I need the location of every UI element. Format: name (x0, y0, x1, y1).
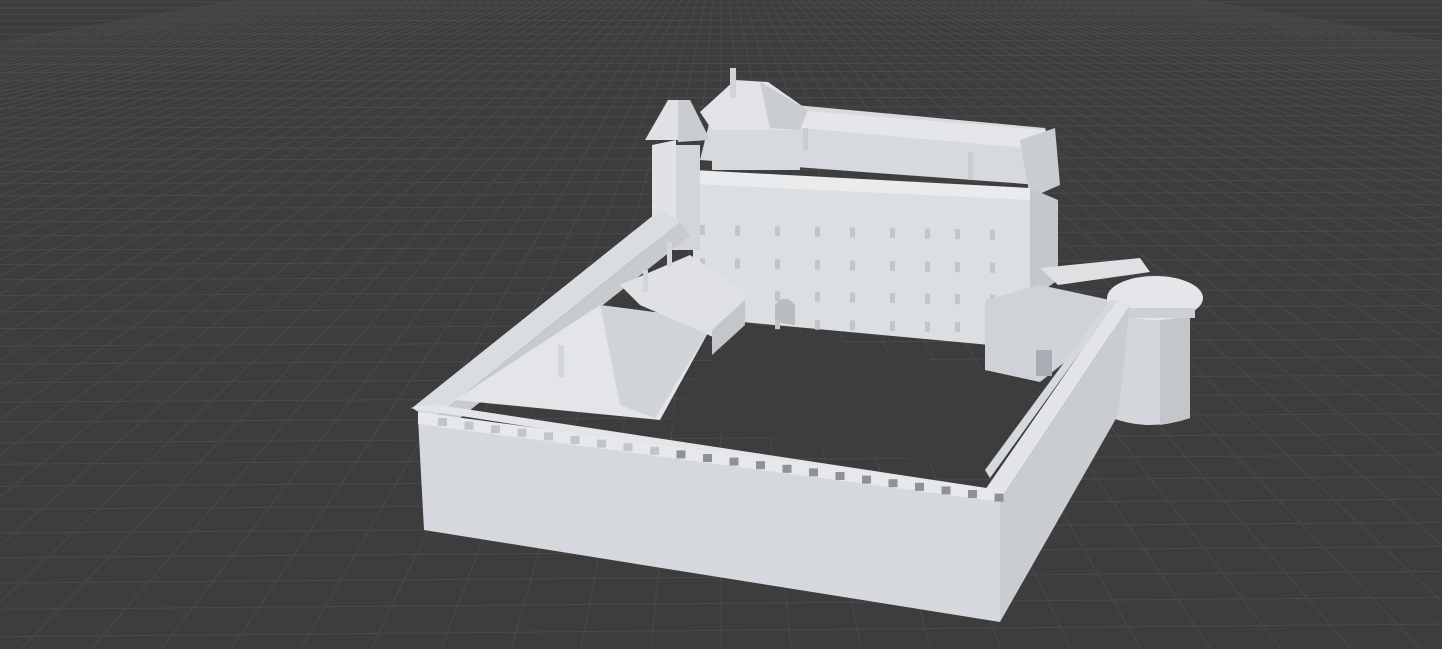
window (990, 262, 995, 273)
central-tower-body (712, 125, 800, 170)
merlon-gap (782, 464, 792, 473)
window (850, 292, 855, 303)
window (815, 291, 820, 302)
grid-line (0, 0, 418, 116)
grid-line (0, 26, 1442, 28)
chimney (558, 345, 564, 377)
window (775, 226, 780, 237)
grid-line (0, 39, 1442, 42)
window (850, 320, 855, 331)
grid-line (0, 0, 522, 219)
grid-line (0, 0, 410, 111)
window (775, 259, 780, 270)
grid-line (0, 0, 514, 208)
window (815, 319, 820, 330)
grid-line (0, 0, 602, 421)
chimney (643, 270, 648, 292)
grid-line (0, 0, 562, 295)
merlon-gap (464, 421, 474, 430)
window (735, 258, 740, 269)
merlon-gap (915, 482, 924, 491)
grid-line (0, 0, 346, 78)
window (815, 226, 820, 237)
chimney (803, 128, 808, 150)
window (850, 260, 855, 271)
window (850, 227, 855, 238)
grid-line (0, 0, 554, 277)
merlon-gap (676, 450, 686, 459)
merlon-gap (703, 454, 712, 462)
merlon-gap (597, 439, 606, 448)
window (735, 225, 740, 236)
merlon-gap (994, 493, 1004, 502)
castle-model[interactable] (410, 68, 1203, 622)
merlon-gap (570, 436, 580, 444)
window (890, 261, 895, 271)
3d-viewport[interactable] (0, 0, 1442, 649)
merlon-gap (941, 486, 951, 495)
window (955, 322, 960, 333)
grid-line (0, 0, 242, 43)
corner-tower-roof-shade (678, 100, 710, 142)
window (925, 293, 930, 304)
keep-side (1030, 188, 1058, 300)
grid-line (0, 0, 290, 57)
keep-gable-right (1020, 128, 1060, 198)
window (925, 228, 930, 239)
merlon-gap (491, 425, 500, 434)
grid-line (0, 0, 498, 187)
grid-line (0, 0, 490, 178)
merlon-gap (809, 468, 818, 477)
chimney (667, 242, 672, 267)
chimney (730, 68, 736, 98)
merlon-gap (729, 457, 739, 466)
grid-line (0, 0, 570, 315)
grid-line (0, 0, 450, 139)
grid-line (0, 32, 1442, 35)
merlon-gap (623, 443, 633, 452)
merlon-gap (888, 479, 898, 488)
merlon-gap (835, 472, 845, 480)
merlon-gap (862, 475, 871, 484)
window (955, 294, 960, 305)
window (990, 229, 995, 240)
grid-line (0, 0, 458, 146)
merlon-gap (544, 432, 553, 441)
chimney (968, 152, 973, 180)
window (890, 228, 895, 238)
portcullis-gate[interactable] (1036, 350, 1052, 376)
window (700, 225, 705, 235)
grid-line (0, 0, 330, 71)
window (890, 293, 895, 303)
window (925, 261, 930, 272)
window (775, 291, 780, 302)
window (925, 321, 930, 332)
window (890, 321, 895, 331)
window (815, 259, 820, 270)
grid-line (0, 0, 250, 45)
window (775, 319, 780, 330)
merlon-gap (438, 418, 447, 426)
merlon-gap (517, 428, 527, 437)
grid-line (0, 0, 466, 153)
merlon-gap (968, 490, 977, 498)
window (955, 229, 960, 240)
merlon-gap (756, 461, 765, 470)
window (955, 262, 960, 273)
grid-line (0, 0, 282, 54)
merlon-gap (650, 446, 659, 455)
viewport-canvas[interactable] (0, 0, 1442, 649)
grid-line (0, 0, 378, 93)
